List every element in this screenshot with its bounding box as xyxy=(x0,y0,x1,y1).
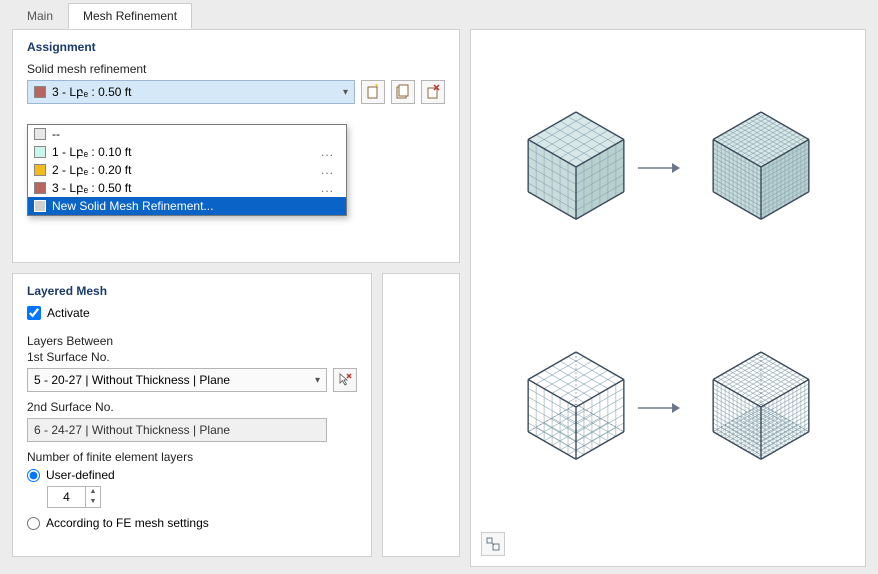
dropdown-item-label: 1 - Lբₑ : 0.10 ft xyxy=(52,145,131,159)
chevron-down-icon: ▾ xyxy=(315,375,320,386)
radio-according[interactable]: According to FE mesh settings xyxy=(27,516,357,530)
ellipsis-icon: ... xyxy=(321,181,340,195)
cube-coarse-wire xyxy=(511,330,641,483)
cube-fine-solid xyxy=(696,90,826,243)
clear-first-button[interactable] xyxy=(333,368,357,392)
checkbox-activate-input[interactable] xyxy=(27,306,41,320)
cube-coarse-solid xyxy=(511,90,641,243)
panel-title-assignment: Assignment xyxy=(27,40,445,54)
delete-doc-icon xyxy=(425,84,441,100)
preview-panel xyxy=(470,29,866,567)
swatch-icon xyxy=(34,200,46,212)
open-doc-icon xyxy=(395,84,411,100)
swatch-icon xyxy=(34,86,46,98)
tab-mesh-refinement[interactable]: Mesh Refinement xyxy=(68,3,192,29)
radio-user-defined-input[interactable] xyxy=(27,469,40,482)
dropdown-item-label: 2 - Lբₑ : 0.20 ft xyxy=(52,163,131,177)
label-second-surface: 2nd Surface No. xyxy=(27,400,357,414)
radio-according-input[interactable] xyxy=(27,517,40,530)
arrow-right-icon xyxy=(636,160,681,176)
dropdown-item[interactable]: 1 - Lբₑ : 0.10 ft... xyxy=(28,143,346,161)
cursor-x-icon xyxy=(337,372,353,388)
dropdown-item[interactable]: 3 - Lբₑ : 0.50 ft... xyxy=(28,179,346,197)
radio-user-defined[interactable]: User-defined xyxy=(27,468,357,482)
select-first-value: 5 - 20-27 | Without Thickness | Plane xyxy=(34,373,230,387)
dropdown-item-label: -- xyxy=(52,127,60,141)
select-first-surface[interactable]: 5 - 20-27 | Without Thickness | Plane ▾ xyxy=(27,368,327,392)
spinner-down-icon[interactable]: ▼ xyxy=(86,497,100,507)
field-second-surface: 6 - 24-27 | Without Thickness | Plane xyxy=(27,418,327,442)
select-value: 3 - Lբₑ : 0.50 ft xyxy=(52,85,131,99)
ellipsis-icon: ... xyxy=(321,145,340,159)
new-doc-star-icon xyxy=(365,84,381,100)
dropdown-item[interactable]: -- xyxy=(28,125,346,143)
arrow-right-icon xyxy=(636,400,681,416)
open-button[interactable] xyxy=(391,80,415,104)
swatch-icon xyxy=(34,146,46,158)
layered-panel: Layered Mesh Activate Layers Between 1st… xyxy=(12,273,372,557)
zoom-icon xyxy=(485,536,501,552)
label-first-surface: 1st Surface No. xyxy=(27,350,357,364)
chevron-down-icon: ▾ xyxy=(343,87,348,98)
label-layers-between: Layers Between xyxy=(27,334,357,348)
radio-user-defined-label: User-defined xyxy=(46,468,115,482)
select-solid-mesh[interactable]: 3 - Lբₑ : 0.50 ft ▾ xyxy=(27,80,355,104)
delete-button[interactable] xyxy=(421,80,445,104)
checkbox-activate-label: Activate xyxy=(47,306,90,320)
swatch-icon xyxy=(34,128,46,140)
label-num-layers: Number of finite element layers xyxy=(27,450,357,464)
label-solid-mesh: Solid mesh refinement xyxy=(27,62,445,76)
middle-panel xyxy=(382,273,460,557)
swatch-icon xyxy=(34,182,46,194)
ellipsis-icon: ... xyxy=(321,163,340,177)
dropdown-item[interactable]: 2 - Lբₑ : 0.20 ft... xyxy=(28,161,346,179)
checkbox-activate[interactable]: Activate xyxy=(27,306,357,320)
dropdown-item-label: New Solid Mesh Refinement... xyxy=(52,199,213,213)
tab-main[interactable]: Main xyxy=(12,3,68,29)
dropdown-solid-mesh: --1 - Lբₑ : 0.10 ft...2 - Lբₑ : 0.20 ft.… xyxy=(27,124,347,216)
spinner-value: 4 xyxy=(48,490,85,504)
zoom-extents-button[interactable] xyxy=(481,532,505,556)
new-button[interactable] xyxy=(361,80,385,104)
panel-title-layered: Layered Mesh xyxy=(27,284,357,298)
dropdown-item[interactable]: New Solid Mesh Refinement... xyxy=(28,197,346,215)
field-second-value: 6 - 24-27 | Without Thickness | Plane xyxy=(34,423,230,437)
tabs: Main Mesh Refinement xyxy=(0,0,878,29)
assignment-panel: Assignment Solid mesh refinement 3 - Lբₑ… xyxy=(12,29,460,263)
dropdown-item-label: 3 - Lբₑ : 0.50 ft xyxy=(52,181,131,195)
radio-according-label: According to FE mesh settings xyxy=(46,516,209,530)
spinner-layers[interactable]: 4 ▲ ▼ xyxy=(47,486,101,508)
cube-fine-wire xyxy=(696,330,826,483)
swatch-icon xyxy=(34,164,46,176)
spinner-up-icon[interactable]: ▲ xyxy=(86,487,100,497)
